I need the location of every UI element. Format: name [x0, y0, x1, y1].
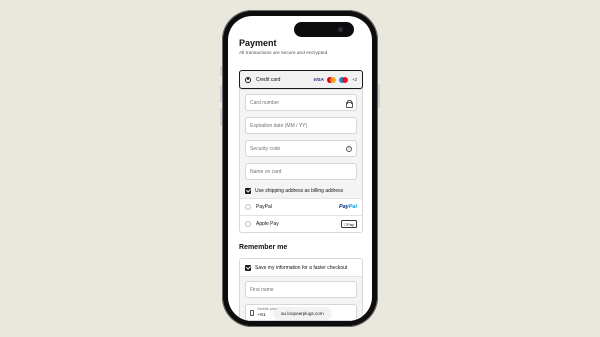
- radio-apple-pay[interactable]: [245, 221, 251, 227]
- remember-me-title: Remember me: [239, 244, 288, 251]
- name-on-card-field[interactable]: Name on card: [245, 163, 357, 180]
- payment-subtitle: All transactions are secure and encrypte…: [239, 51, 329, 56]
- name-on-card-placeholder: Name on card: [250, 168, 282, 175]
- credit-card-form: Card number Expiration date (MM / YY) Se…: [240, 89, 362, 198]
- help-icon[interactable]: ?: [346, 145, 352, 152]
- phone-frame: Payment All transactions are secure and …: [220, 10, 380, 327]
- payment-title: Payment: [239, 38, 277, 48]
- browser-url-bar[interactable]: au.loopearplugs.com: [274, 308, 331, 319]
- notch: [294, 22, 354, 37]
- lock-icon: [345, 99, 353, 108]
- save-info-row[interactable]: Save my information for a faster checkou…: [240, 259, 362, 276]
- side-button-left-3: [220, 108, 222, 126]
- expiration-placeholder: Expiration date (MM / YY): [250, 122, 308, 129]
- option-credit-card[interactable]: Credit card VISA +2: [239, 70, 363, 89]
- apple-pay-logo: Pay: [341, 220, 357, 228]
- radio-credit-card[interactable]: [245, 76, 251, 83]
- radio-paypal[interactable]: [245, 204, 251, 210]
- security-code-field[interactable]: Security code ?: [245, 140, 357, 157]
- visa-logo: VISA: [313, 77, 324, 82]
- side-button-left-1: [220, 66, 222, 76]
- mastercard-logo: [326, 76, 336, 83]
- phone-screen: Payment All transactions are secure and …: [228, 16, 372, 321]
- billing-checkbox-row[interactable]: Use shipping address as billing address: [245, 186, 357, 195]
- maestro-logo: [338, 76, 348, 83]
- phone-icon: [250, 309, 254, 316]
- save-info-label: Save my information for a faster checkou…: [255, 264, 348, 271]
- first-name-placeholder: First name: [250, 286, 274, 293]
- more-cards-badge: +2: [351, 77, 357, 82]
- paypal-logo: PayPal: [338, 204, 357, 210]
- side-button-left-2: [220, 85, 222, 103]
- camera-icon: [338, 27, 343, 32]
- first-name-field[interactable]: First name: [245, 281, 357, 298]
- card-number-field[interactable]: Card number: [245, 94, 357, 111]
- card-number-placeholder: Card number: [250, 99, 280, 106]
- checkout-content: Payment All transactions are secure and …: [239, 38, 363, 321]
- option-paypal[interactable]: PayPal PayPal: [240, 198, 362, 215]
- card-logos: VISA +2: [313, 76, 357, 83]
- paypal-label: PayPal: [256, 204, 272, 210]
- credit-card-label: Credit card: [256, 76, 281, 83]
- billing-checkbox[interactable]: [245, 187, 251, 194]
- apple-pay-label: Apple Pay: [256, 221, 279, 227]
- side-button-right: [378, 84, 380, 108]
- option-apple-pay[interactable]: Apple Pay Pay: [240, 215, 362, 232]
- security-code-placeholder: Security code: [250, 145, 281, 152]
- save-info-checkbox[interactable]: [245, 264, 251, 271]
- payment-options: Credit card VISA +2 Card number Expirati…: [239, 70, 363, 233]
- billing-checkbox-label: Use shipping address as billing address: [255, 187, 344, 194]
- expiration-field[interactable]: Expiration date (MM / YY): [245, 117, 357, 134]
